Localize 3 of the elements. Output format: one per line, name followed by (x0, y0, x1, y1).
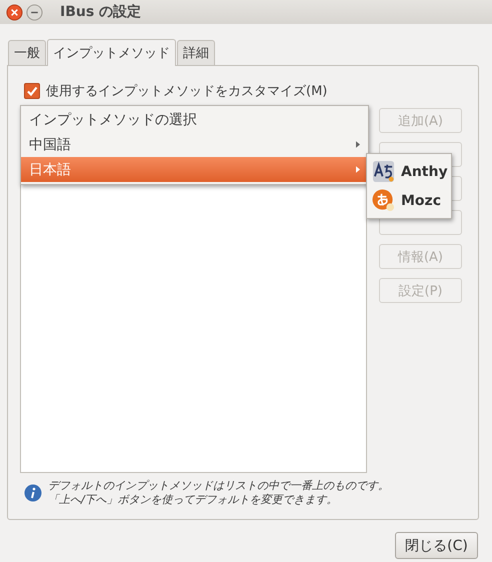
window-title: IBus の設定 (60, 3, 142, 21)
info-text: 「上へ/下へ」ボタンを使ってデフォルトを変更できます。 (48, 493, 339, 507)
info-text: デフォルトのインプットメソッドはリストの中で一番上のものです。 (48, 479, 389, 493)
